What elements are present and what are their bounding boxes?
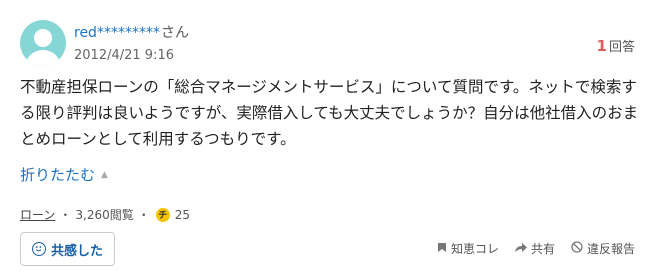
category-link[interactable]: ローン	[20, 206, 55, 223]
answer-count[interactable]: 1 回答	[597, 36, 635, 55]
user-name[interactable]: red*********さん	[74, 22, 189, 42]
question-body: 不動産担保ローンの「総合マネージメントサービス」について質問です。ネットで検索す…	[20, 78, 639, 148]
chie-coin-count: 25	[174, 207, 191, 222]
action-bar: 知恵コレ 共有 違反報告	[421, 240, 635, 257]
smile-icon	[31, 242, 46, 256]
user-honorific: さん	[160, 25, 189, 41]
share-label: 共有	[530, 242, 555, 256]
report-label: 違反報告	[586, 242, 635, 256]
avatar-body	[26, 50, 60, 66]
save-label: 知恵コレ	[450, 242, 499, 256]
question-meta: ローン ・ 3,260閲覧 ・ チ 25	[20, 206, 190, 223]
collapse-label[interactable]: 折りたたむ	[20, 164, 95, 185]
empathy-label: 共感した	[50, 243, 103, 259]
post-date: 2012/4/21 9:16	[74, 48, 174, 63]
share-arrow-icon	[514, 242, 527, 256]
chie-coin-icon: チ	[155, 207, 170, 222]
answer-count-number: 1	[596, 37, 607, 55]
empathy-button[interactable]: 共感した	[20, 232, 115, 266]
save-chie-button[interactable]: 知恵コレ	[437, 240, 499, 257]
prohibited-icon	[571, 241, 583, 256]
bookmark-icon	[437, 242, 447, 256]
user-avatar[interactable]	[20, 20, 66, 66]
view-count: 3,260閲覧	[75, 208, 134, 222]
separator: ・	[137, 208, 150, 222]
share-button[interactable]: 共有	[514, 240, 555, 257]
answer-count-label: 回答	[608, 40, 635, 55]
avatar-head	[34, 29, 52, 47]
user-name-text[interactable]: red*********	[74, 25, 160, 41]
collapse-link[interactable]: 折りたたむ ▲	[20, 164, 108, 185]
separator: ・	[59, 208, 72, 222]
report-button[interactable]: 違反報告	[571, 240, 635, 257]
caret-up-icon: ▲	[101, 169, 108, 180]
